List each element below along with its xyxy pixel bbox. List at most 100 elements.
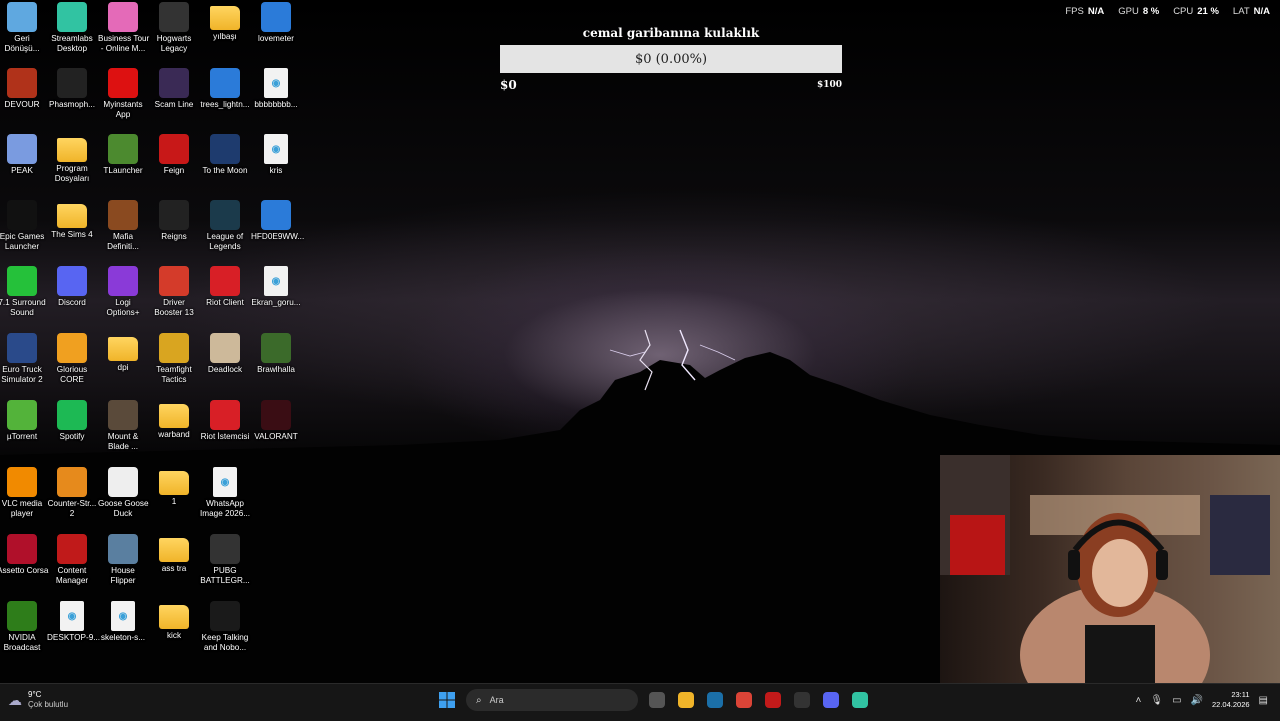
microphone-icon[interactable]: 🎙 <box>1150 695 1163 706</box>
desktop-icon-label: Riot İstemcisi <box>200 432 250 441</box>
desktop-icon-mount-blade[interactable]: Mount & Blade ... <box>98 400 148 466</box>
desktop-icon-blank-file[interactable]: ◉ DESKTOP-9... <box>47 601 100 667</box>
desktop-icon-devour[interactable]: DEVOUR <box>0 68 47 134</box>
desktop-icon-house-flipper[interactable]: House Flipper <box>98 534 148 600</box>
volume-icon[interactable]: 🔊 <box>1191 695 1203 706</box>
desktop-icon-doc-file[interactable]: ◉ bbbbbbbb... <box>251 68 301 134</box>
desktop-icon-folder[interactable]: warband <box>149 400 199 466</box>
desktop-icon-folder[interactable]: dpi <box>98 333 148 399</box>
desktop-icon-label: NVIDIA Broadcast <box>3 633 41 652</box>
desktop-icon-business-tour[interactable]: Business Tour - Online M... <box>98 2 149 68</box>
folder-icon <box>159 404 189 428</box>
glorious-icon <box>57 333 87 363</box>
task-view-icon[interactable] <box>646 689 668 711</box>
chevron-up-icon[interactable]: ˄ <box>1136 695 1142 706</box>
desktop-icon-nvidia[interactable]: NVIDIA Broadcast <box>0 601 47 667</box>
doc-file-icon: ◉ <box>264 266 288 296</box>
desktop-icon-doc-file[interactable]: ◉ WhatsApp Image 2026... <box>200 467 250 533</box>
desktop-icon-label: µTorrent <box>6 432 38 441</box>
desktop-icon-label: Mafia Definiti... <box>107 232 139 251</box>
desktop-icon-logi[interactable]: Logi Options+ <box>98 266 148 332</box>
desktop-icon-doc-file[interactable]: ◉ skeleton-s... <box>98 601 148 667</box>
desktop-icon-tft[interactable]: Teamfight Tactics <box>149 333 199 399</box>
desktop-icon-streamlabs[interactable]: Streamlabs Desktop <box>47 2 97 68</box>
desktop-icon-phasmophobia[interactable]: Phasmoph... <box>47 68 97 134</box>
desktop-icon-recycle-bin[interactable]: Geri Dönüşü... <box>0 2 47 68</box>
weather-temperature: 9°C <box>28 690 42 699</box>
desktop-icon-surround-sound[interactable]: 7.1 Surround Sound <box>0 266 47 332</box>
desktop-icon-label: Program Dosyaları <box>54 164 90 183</box>
desktop-icon-epic-games[interactable]: Epic Games Launcher <box>0 200 47 266</box>
desktop-icon-riot[interactable]: Riot İstemcisi <box>200 400 250 466</box>
desktop-icon-tlauncher[interactable]: TLauncher <box>98 134 148 200</box>
clock[interactable]: 23:11 22.04.2026 <box>1212 690 1250 710</box>
desktop-icon-label: Driver Booster 13 <box>154 298 194 317</box>
desktop-icon-folder[interactable]: Program Dosyaları <box>47 134 97 200</box>
mount-blade-icon <box>108 400 138 430</box>
desktop-icon-shortcut[interactable]: lovemeter <box>251 2 301 68</box>
desktop-icon-discord[interactable]: Discord <box>47 266 97 332</box>
desktop-icon-driver-booster[interactable]: Driver Booster 13 <box>149 266 199 332</box>
taskbar-search[interactable]: ⌕ Ara <box>466 689 638 711</box>
desktop-icon-image-file[interactable]: trees_lightn... <box>200 68 250 134</box>
discord-taskbar-icon[interactable] <box>820 689 842 711</box>
desktop-icon-label: Logi Options+ <box>106 298 140 317</box>
record-icon[interactable] <box>762 689 784 711</box>
desktop-icon-peak[interactable]: PEAK <box>0 134 47 200</box>
tft-icon <box>159 333 189 363</box>
desktop-icon-utorrent[interactable]: µTorrent <box>0 400 47 466</box>
start-button[interactable] <box>436 689 458 711</box>
desktop-icon-label: Euro Truck Simulator 2 <box>1 365 43 384</box>
notification-icon[interactable]: ▤ <box>1259 695 1268 706</box>
terminal-icon[interactable] <box>791 689 813 711</box>
desktop-icon-scam-line[interactable]: Scam Line <box>149 68 199 134</box>
desktop-icon-vlc[interactable]: VLC media player <box>0 467 47 533</box>
desktop-icon-folder[interactable]: The Sims 4 <box>47 200 97 266</box>
recycle-bin-icon <box>7 2 37 32</box>
desktop-icon-spotify[interactable]: Spotify <box>47 400 97 466</box>
desktop-icon-goose[interactable]: Goose Goose Duck <box>98 467 149 533</box>
desktop-icon-keep-talking[interactable]: Keep Talking and Nobo... <box>200 601 250 667</box>
desktop-icon-doc-file[interactable]: ◉ kris <box>251 134 301 200</box>
desktop-icon-deadlock[interactable]: Deadlock <box>200 333 250 399</box>
desktop-icon-league[interactable]: League of Legends <box>200 200 250 266</box>
reigns-icon <box>159 200 189 230</box>
driver-booster-icon <box>159 266 189 296</box>
desktop-icon-pubg[interactable]: PUBG BATTLEGR... <box>200 534 250 600</box>
desktop-icon-folder[interactable]: ass tra <box>149 534 199 600</box>
weather-widget[interactable]: ☁ 9°C Çok bulutlu <box>8 690 68 710</box>
devour-icon <box>7 68 37 98</box>
desktop-icon-hogwarts[interactable]: Hogwarts Legacy <box>149 2 199 68</box>
desktop-icon-myinstants[interactable]: Myinstants App <box>98 68 148 134</box>
goal-max-label: $100 <box>816 80 842 90</box>
desktop-icon-image-file[interactable]: HFD0E9WW... <box>251 200 304 266</box>
desktop-icon-reigns[interactable]: Reigns <box>149 200 199 266</box>
streamlabs-taskbar-icon[interactable] <box>849 689 871 711</box>
utorrent-icon <box>7 400 37 430</box>
desktop-icon-label: League of Legends <box>206 232 244 251</box>
desktop-icon-to-the-moon[interactable]: To the Moon <box>200 134 250 200</box>
folder-icon <box>159 471 189 495</box>
desktop-icon-label: Brawlhalla <box>257 365 295 374</box>
clock-time: 23:11 <box>1231 690 1250 699</box>
desktop-icon-feign[interactable]: Feign <box>149 134 199 200</box>
desktop-icon-riot[interactable]: Riot Client <box>200 266 250 332</box>
steam-icon-glyph <box>707 692 723 708</box>
desktop-icon-valorant[interactable]: VALORANT <box>251 400 301 466</box>
desktop-icon-euro-truck[interactable]: Euro Truck Simulator 2 <box>0 333 47 399</box>
network-icon[interactable]: ▭ <box>1172 695 1181 706</box>
chrome-icon[interactable] <box>733 689 755 711</box>
desktop-icon-folder[interactable]: yılbaşı <box>200 2 250 68</box>
desktop-icon-content-manager[interactable]: Content Manager <box>47 534 97 600</box>
desktop-icon-assetto[interactable]: Assetto Corsa <box>0 534 48 600</box>
desktop-icon-brawlhalla[interactable]: Brawlhalla <box>251 333 301 399</box>
desktop-icon-folder[interactable]: 1 <box>149 467 199 533</box>
desktop-icon-folder[interactable]: kick <box>149 601 199 667</box>
desktop-icon-glorious[interactable]: Glorious CORE <box>47 333 97 399</box>
desktop-icon-doc-file[interactable]: ◉ Ekran_goru... <box>251 266 301 332</box>
desktop-icon-mafia[interactable]: Mafia Definiti... <box>98 200 148 266</box>
doc-file-icon: ◉ <box>111 601 135 631</box>
file-explorer-icon[interactable] <box>675 689 697 711</box>
steam-icon[interactable] <box>704 689 726 711</box>
desktop-icon-cs2[interactable]: Counter-Str... 2 <box>47 467 97 533</box>
